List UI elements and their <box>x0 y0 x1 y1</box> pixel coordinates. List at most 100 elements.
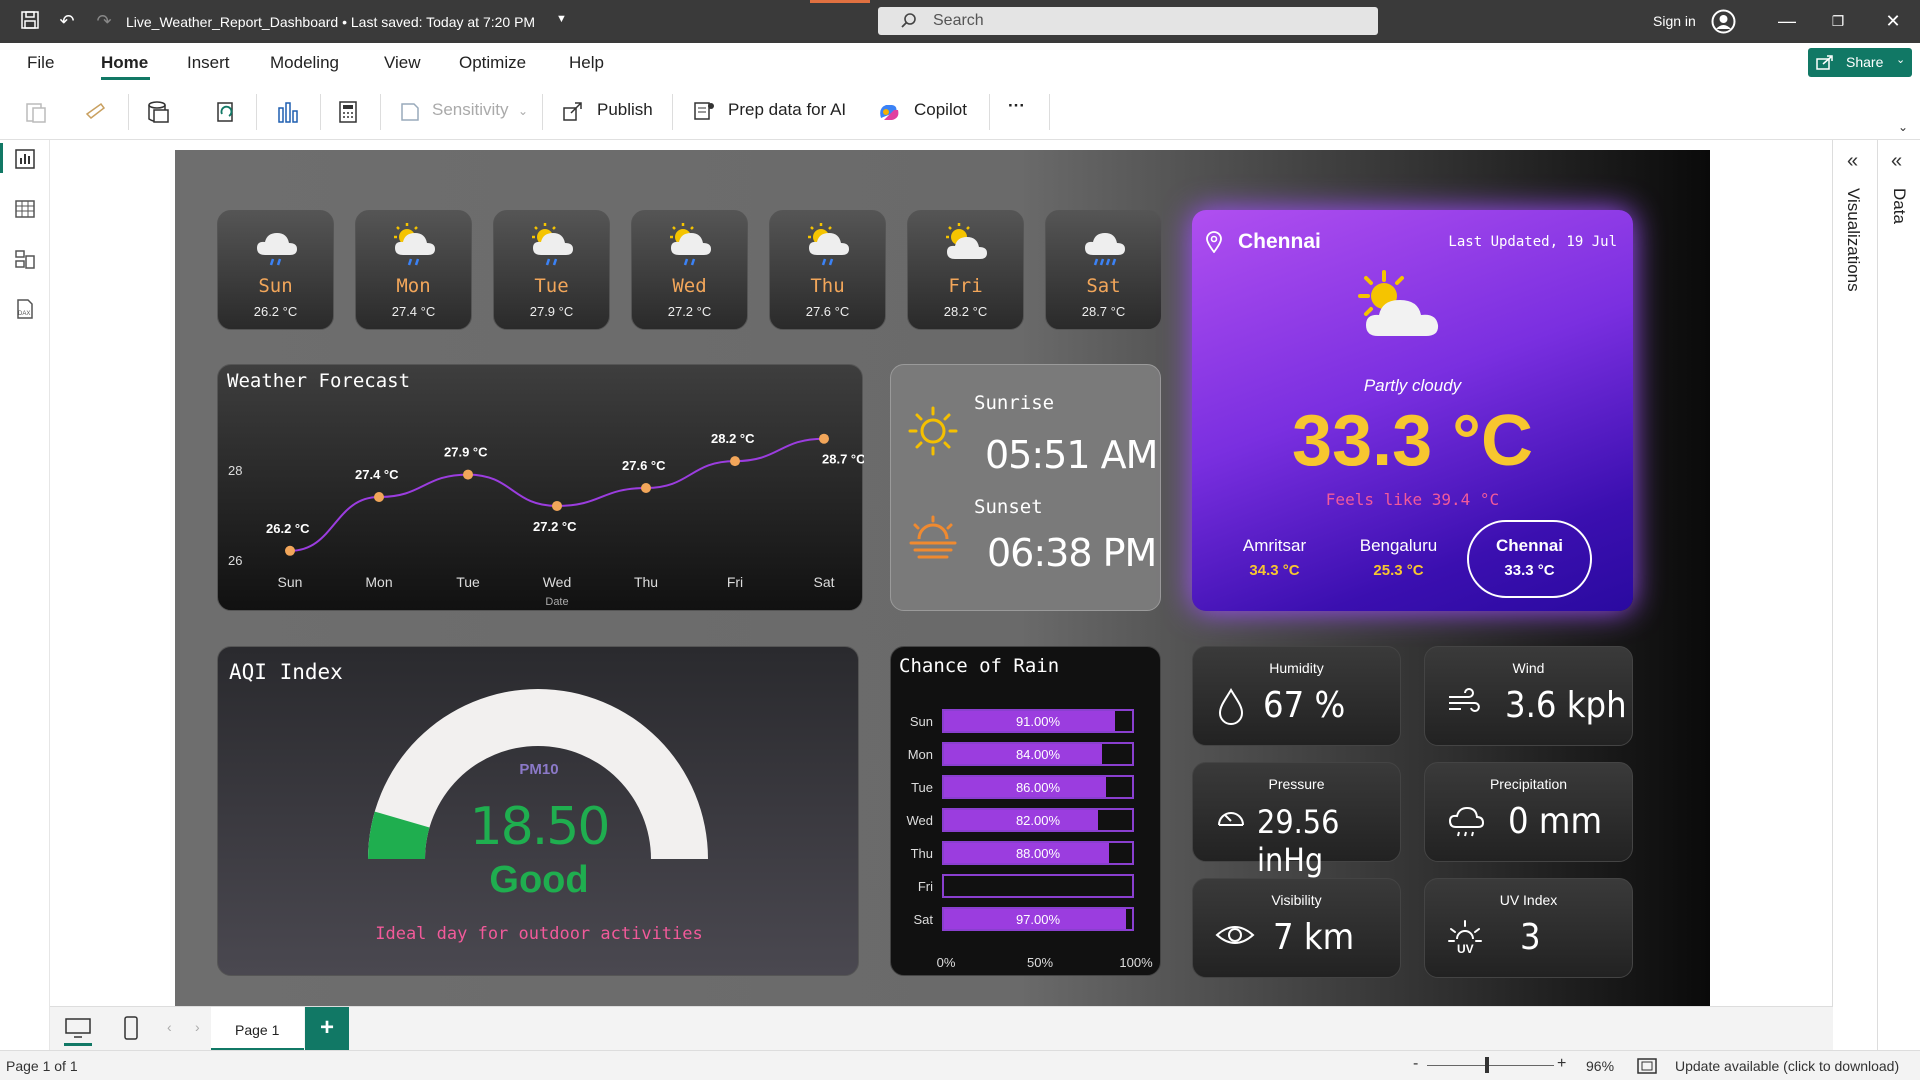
restore-icon[interactable]: ❐ <box>1827 10 1849 32</box>
fit-to-page-icon[interactable] <box>1637 1058 1657 1074</box>
expand-visualizations-icon[interactable]: « <box>1847 150 1858 173</box>
day-temperature: 26.2 °C <box>253 304 298 319</box>
city-option-amritsar[interactable]: Amritsar 34.3 °C <box>1212 520 1337 598</box>
menu-file[interactable]: File <box>27 53 54 73</box>
visualizations-pane-tab[interactable]: Visualizations <box>1843 188 1863 292</box>
save-icon[interactable] <box>19 10 41 32</box>
page-tab-page-1[interactable]: Page 1 <box>211 1007 304 1051</box>
calculator-icon[interactable] <box>337 100 359 124</box>
gauge-icon <box>1218 812 1244 826</box>
add-page-button[interactable]: + <box>305 1007 349 1051</box>
uv-index-card: UV Index UV 3 <box>1424 878 1633 978</box>
menu-insert[interactable]: Insert <box>187 53 230 73</box>
model-view-icon[interactable] <box>14 248 36 270</box>
precipitation-label: Precipitation <box>1489 776 1568 792</box>
desktop-layout-icon[interactable] <box>64 1017 92 1039</box>
more-options-button[interactable]: ··· <box>1008 96 1025 116</box>
sensitivity-button[interactable]: Sensitivity <box>432 100 509 120</box>
rain-bar-row[interactable]: Tue 86.00% <box>891 774 1162 800</box>
menu-optimize[interactable]: Optimize <box>459 53 526 73</box>
new-visual-icon[interactable] <box>275 100 301 124</box>
rain-cloud-icon <box>1448 806 1485 837</box>
day-temperature: 27.6 °C <box>805 304 850 319</box>
data-pane-tab[interactable]: Data <box>1889 188 1909 224</box>
rain-bar-row[interactable]: Sat 97.00% <box>891 906 1162 932</box>
menu-home[interactable]: Home <box>101 53 148 73</box>
city-option-name: Chennai <box>1495 536 1564 555</box>
paste-icon[interactable] <box>24 100 48 124</box>
report-view-icon[interactable] <box>14 148 36 170</box>
visibility-card: Visibility 7 km <box>1192 878 1401 978</box>
get-data-icon[interactable] <box>146 99 174 125</box>
account-icon[interactable] <box>1711 9 1736 34</box>
share-button[interactable]: Share ⌄ <box>1808 48 1912 77</box>
document-title[interactable]: Live_Weather_Report_Dashboard • Last sav… <box>126 14 535 30</box>
chevron-down-icon[interactable]: ⌄ <box>518 104 528 118</box>
sunset-label: Sunset <box>974 496 1043 518</box>
close-icon[interactable]: ✕ <box>1882 10 1904 32</box>
rain-category-label: Sun <box>909 714 933 729</box>
copilot-button[interactable]: Copilot <box>914 100 967 120</box>
undo-icon[interactable]: ↶ <box>56 10 78 32</box>
collapse-ribbon-icon[interactable]: ⌄ <box>1898 120 1908 134</box>
forecast-point[interactable] <box>819 433 829 444</box>
day-card-wed[interactable]: Wed 27.2 °C <box>631 210 748 330</box>
sign-in-link[interactable]: Sign in <box>1653 13 1696 29</box>
minimize-icon[interactable]: — <box>1776 10 1798 32</box>
next-page-icon[interactable]: › <box>195 1019 200 1035</box>
eye-icon <box>1215 926 1255 944</box>
refresh-icon[interactable] <box>214 100 238 124</box>
search-input[interactable]: Search <box>878 7 1378 35</box>
visibility-value: 7 km <box>1273 917 1355 958</box>
dax-query-icon[interactable]: DAX <box>14 298 36 320</box>
format-painter-icon[interactable] <box>83 100 107 124</box>
rain-bar-row[interactable]: Mon 84.00% <box>891 741 1162 767</box>
menu-help[interactable]: Help <box>569 53 604 73</box>
city-option-chennai[interactable]: Chennai 33.3 °C <box>1467 520 1592 598</box>
publish-icon[interactable] <box>561 99 585 123</box>
day-card-thu[interactable]: Thu 27.6 °C <box>769 210 886 330</box>
wind-icon <box>1449 688 1480 712</box>
zoom-in-button[interactable]: + <box>1557 1055 1566 1073</box>
day-card-sat[interactable]: Sat 28.7 °C <box>1045 210 1162 330</box>
condition-text: Partly cloudy <box>1363 376 1462 395</box>
rain-bar-row[interactable]: Fri <box>891 873 1162 899</box>
day-card-tue[interactable]: Tue 27.9 °C <box>493 210 610 330</box>
forecast-line-chart[interactable]: 26 28 26.2 °C Sun 27.4 °C Mon 27.9 °C Tue 27.2 °… <box>218 365 864 612</box>
prep-data-icon[interactable] <box>692 100 716 122</box>
city-option-bengaluru[interactable]: Bengaluru 25.3 °C <box>1336 520 1461 598</box>
forecast-data-label: 27.9 °C <box>444 445 488 460</box>
expand-data-icon[interactable]: « <box>1891 150 1902 173</box>
forecast-point[interactable] <box>730 456 740 467</box>
menu-modeling[interactable]: Modeling <box>270 53 339 73</box>
uv-sun-icon: UV <box>1448 920 1482 956</box>
publish-button[interactable]: Publish <box>597 100 653 120</box>
forecast-point[interactable] <box>374 491 384 502</box>
aqi-level: Good <box>489 859 589 901</box>
forecast-point[interactable] <box>552 500 562 511</box>
forecast-point[interactable] <box>641 483 651 494</box>
rain-bar-row[interactable]: Wed 82.00% <box>891 807 1162 833</box>
forecast-point[interactable] <box>463 469 473 480</box>
zoom-out-button[interactable]: - <box>1413 1055 1418 1073</box>
menu-view[interactable]: View <box>384 53 421 73</box>
uv-index-value: 3 <box>1520 917 1541 958</box>
rain-bar-row[interactable]: Thu 88.00% <box>891 840 1162 866</box>
previous-page-icon[interactable]: ‹ <box>167 1019 172 1035</box>
day-card-mon[interactable]: Mon 27.4 °C <box>355 210 472 330</box>
sensitivity-icon[interactable] <box>398 100 422 124</box>
update-available-link[interactable]: Update available (click to download) <box>1675 1058 1899 1074</box>
table-view-icon[interactable] <box>14 198 36 220</box>
day-card-fri[interactable]: Fri 28.2 °C <box>907 210 1024 330</box>
redo-icon[interactable]: ↷ <box>93 10 115 32</box>
zoom-slider-thumb[interactable] <box>1485 1057 1489 1073</box>
rain-bar-row[interactable]: Sun 91.00% <box>891 708 1162 734</box>
chevron-down-icon[interactable]: ▼ <box>556 13 567 25</box>
mobile-layout-icon[interactable] <box>123 1015 139 1041</box>
prep-data-button[interactable]: Prep data for AI <box>728 100 846 120</box>
day-card-sun[interactable]: Sun 26.2 °C <box>217 210 334 330</box>
forecast-point[interactable] <box>285 545 295 556</box>
location-pin-icon <box>1206 231 1222 253</box>
copilot-icon[interactable] <box>876 100 902 124</box>
zoom-slider[interactable] <box>1427 1065 1554 1066</box>
